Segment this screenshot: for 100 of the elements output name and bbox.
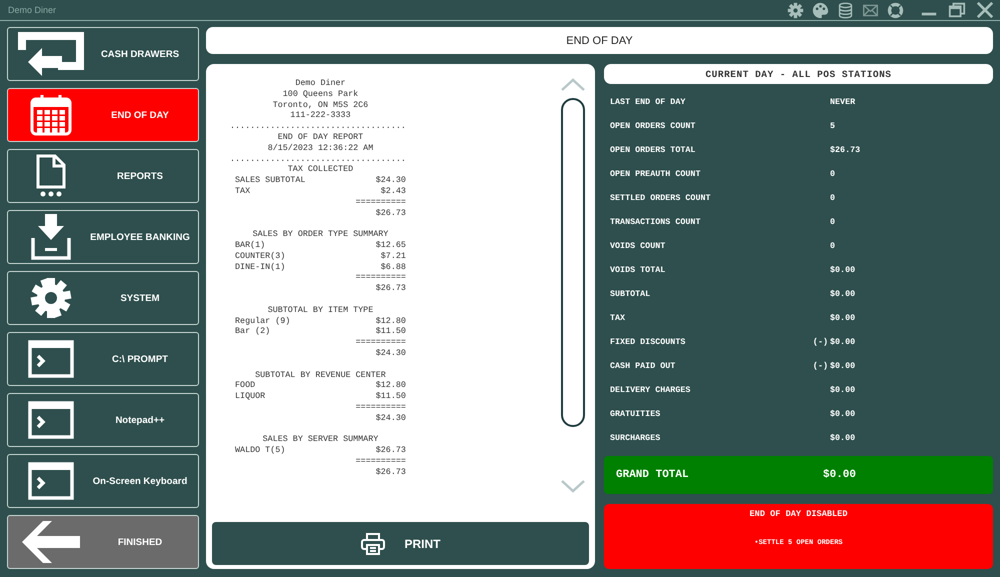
nav-button[interactable]: Notepad++ bbox=[7, 393, 199, 447]
scrollbar-track[interactable] bbox=[561, 98, 585, 427]
summary-label: SURCHARGES bbox=[610, 433, 662, 443]
database-icon[interactable] bbox=[837, 2, 854, 18]
minus-sign: (-) bbox=[812, 361, 828, 371]
summary-label: TAX bbox=[610, 313, 626, 323]
nav-button[interactable]: CASH DRAWERS bbox=[7, 27, 199, 81]
nav-button[interactable]: C:\ PROMPT bbox=[7, 332, 199, 386]
receipt-label: COUNTER(3) bbox=[235, 250, 286, 262]
summary-value: 0 bbox=[830, 217, 836, 227]
summary-value: 0 bbox=[830, 241, 836, 251]
gear-icon bbox=[30, 277, 72, 319]
receipt-label: Bar (2) bbox=[235, 326, 270, 338]
summary-value: $0.00 bbox=[830, 265, 856, 275]
summary-label: LAST END OF DAY bbox=[610, 97, 686, 107]
grand-total-value: $0.00 bbox=[823, 469, 856, 481]
summary-value: $0.00 bbox=[830, 433, 856, 443]
palette-icon[interactable] bbox=[812, 2, 829, 18]
receipt-total: ========== bbox=[356, 337, 406, 348]
receipt-label: DINE-IN(1) bbox=[235, 262, 286, 272]
summary-label: FIXED DISCOUNTS bbox=[610, 337, 686, 347]
window-title: Demo Diner bbox=[8, 5, 58, 15]
receipt-amount: $26.73 bbox=[376, 445, 406, 456]
summary-label: VOIDS COUNT bbox=[610, 241, 666, 251]
receipt-total: ========== bbox=[356, 196, 406, 207]
receipt-line: END OF DAY REPORT bbox=[276, 132, 364, 143]
receipt-line: 111-222-3333 bbox=[289, 110, 352, 122]
receipt-amount: $12.80 bbox=[376, 316, 406, 326]
receipt-line: 8/15/2023 12:36:22 AM bbox=[266, 142, 374, 154]
download-tray-icon bbox=[31, 214, 71, 260]
restore-icon[interactable] bbox=[948, 1, 966, 19]
receipt-label: WALDO T(5) bbox=[235, 445, 286, 456]
receipt-total: ========== bbox=[356, 272, 406, 282]
nav-button[interactable]: END OF DAY bbox=[7, 88, 199, 142]
summary-label: SETTLED ORDERS COUNT bbox=[610, 193, 712, 203]
receipt-amount: $12.65 bbox=[376, 240, 406, 251]
receipt-total: $26.73 bbox=[376, 208, 406, 218]
receipt-amount: $2.43 bbox=[380, 186, 406, 197]
document-icon bbox=[36, 154, 66, 198]
receipt-label: LIQUOR bbox=[235, 391, 266, 402]
receipt-total: ========== bbox=[356, 456, 406, 466]
lifebuoy-icon[interactable] bbox=[887, 2, 904, 18]
grand-total-label: GRAND TOTAL bbox=[616, 469, 690, 481]
receipt-line: TAX COLLECTED bbox=[286, 164, 354, 176]
summary-value: $0.00 bbox=[830, 313, 856, 323]
receipt-label: FOOD bbox=[235, 380, 256, 392]
summary-label: TRANSACTIONS COUNT bbox=[610, 217, 702, 227]
nav-button[interactable]: SYSTEM bbox=[7, 271, 199, 325]
summary-value: NEVER bbox=[830, 97, 856, 107]
summary-value: 0 bbox=[830, 193, 836, 203]
summary-label: OPEN ORDERS COUNT bbox=[610, 121, 696, 131]
receipt-amount: $7.21 bbox=[380, 250, 406, 262]
receipt-label: TAX bbox=[235, 186, 250, 197]
receipt-label: SALES SUBTOTAL bbox=[235, 175, 306, 186]
receipt-amount: $11.50 bbox=[376, 391, 406, 402]
summary-label: OPEN ORDERS TOTAL bbox=[610, 145, 696, 155]
settings-icon[interactable] bbox=[787, 2, 804, 18]
terminal-icon bbox=[28, 340, 74, 378]
receipt-amount: $12.80 bbox=[376, 380, 406, 392]
summary-value: $0.00 bbox=[830, 289, 856, 299]
receipt-line: Toronto, ON M5S 2C6 bbox=[272, 100, 370, 110]
receipt-line: SUBTOTAL BY REVENUE CENTER bbox=[254, 370, 387, 380]
summary-value: 0 bbox=[830, 169, 836, 179]
summary-value: $0.00 bbox=[830, 409, 856, 419]
summary-value: $0.00 bbox=[830, 385, 856, 395]
summary-label: CASH PAID OUT bbox=[610, 361, 676, 371]
page-header: END OF DAY bbox=[206, 27, 993, 54]
receipt-amount: $6.88 bbox=[380, 262, 406, 272]
return-arrow-icon bbox=[18, 32, 84, 76]
receipt-line: 100 Queens Park bbox=[282, 88, 360, 100]
dotted-rule: ................................... bbox=[230, 121, 407, 132]
left-arrow-icon bbox=[22, 521, 80, 563]
receipt-line: SALES BY ORDER TYPE SUMMARY bbox=[252, 229, 390, 240]
receipt-line: SALES BY SERVER SUMMARY bbox=[262, 434, 380, 446]
summary-value: $26.73 bbox=[830, 145, 860, 155]
receipt-total: $26.73 bbox=[376, 283, 406, 294]
receipt-amount: $11.50 bbox=[376, 326, 406, 338]
receipt-label: Regular (9) bbox=[235, 316, 290, 326]
dotted-rule: ................................... bbox=[230, 154, 407, 164]
nav-button[interactable]: EMPLOYEE BANKING bbox=[7, 210, 199, 264]
receipt-label: BAR(1) bbox=[235, 240, 266, 251]
summary-title: CURRENT DAY - ALL POS STATIONS bbox=[604, 64, 993, 84]
calendar-icon bbox=[30, 94, 72, 136]
receipt-total: $26.73 bbox=[376, 466, 406, 477]
summary-value: $0.00 bbox=[830, 361, 856, 371]
receipt-line: SUBTOTAL BY ITEM TYPE bbox=[266, 304, 374, 316]
close-icon[interactable] bbox=[976, 1, 994, 19]
summary-label: VOIDS TOTAL bbox=[610, 265, 666, 275]
summary-label: DELIVERY CHARGES bbox=[610, 385, 692, 395]
summary-value: 5 bbox=[830, 121, 836, 131]
print-button[interactable]: PRINT bbox=[212, 522, 589, 565]
terminal-icon bbox=[28, 401, 74, 439]
nav-button[interactable]: On-Screen Keyboard bbox=[7, 454, 199, 508]
receipt-total: $24.30 bbox=[376, 348, 406, 358]
summary-label: OPEN PREAUTH COUNT bbox=[610, 169, 702, 179]
terminal-icon bbox=[28, 462, 74, 500]
nav-button[interactable]: FINISHED bbox=[7, 515, 199, 569]
summary-value: $0.00 bbox=[830, 337, 856, 347]
status-title: END OF DAY DISABLED bbox=[750, 509, 848, 519]
nav-button[interactable]: REPORTS bbox=[7, 149, 199, 203]
